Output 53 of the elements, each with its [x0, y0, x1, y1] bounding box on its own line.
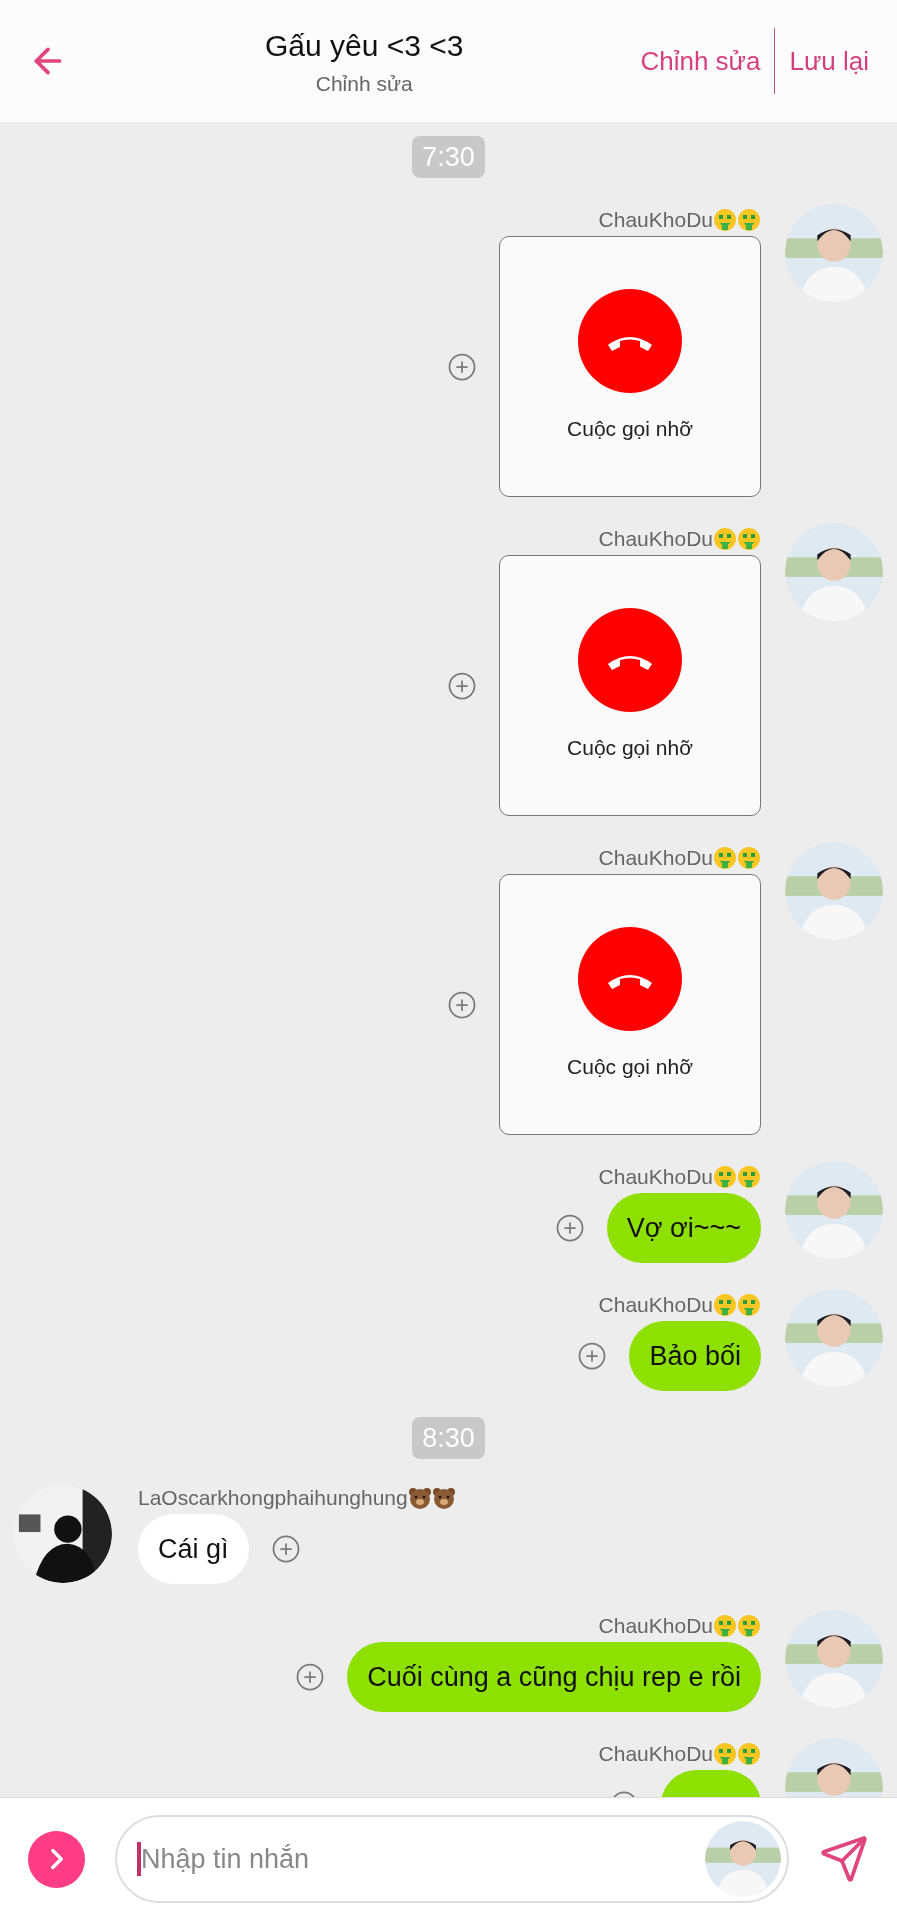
hang-up-icon [578, 608, 682, 712]
money-face-icon [713, 1293, 737, 1317]
text-cursor [137, 1842, 141, 1876]
money-face-icon [737, 1165, 761, 1189]
bear-face-icon [431, 1487, 456, 1509]
add-reaction-button[interactable] [447, 989, 477, 1020]
chat-subtitle: Chỉnh sửa [315, 70, 413, 97]
money-face-icon [713, 1614, 737, 1638]
header-action[interactable]: Lưu lại [789, 41, 869, 81]
message-bubble[interactable]: Cái gì [138, 1514, 249, 1584]
add-reaction-button[interactable] [447, 670, 477, 701]
missed-call-card[interactable]: Cuộc gọi nhỡ [499, 555, 761, 816]
sender-name: ChauKhoDu [598, 1292, 713, 1318]
message-bubble[interactable]: Vợ ơi~~~ [606, 1193, 761, 1263]
money-face-icon [737, 1293, 761, 1317]
add-reaction-button[interactable] [270, 1534, 301, 1564]
money-face-icon [713, 1742, 737, 1766]
money-face-icon [713, 527, 737, 551]
add-reaction-button[interactable] [577, 1341, 608, 1371]
sender-name: ChauKhoDu [598, 845, 713, 871]
sender-name: ChauKhoDu [598, 1741, 713, 1767]
message-bubble[interactable]: Cuối cùng a cũng chịu rep e rồi [347, 1642, 761, 1712]
money-face-icon [737, 846, 761, 870]
money-face-icon [737, 527, 761, 551]
add-reaction-button[interactable] [447, 351, 477, 382]
sender-name: ChauKhoDu [598, 526, 713, 552]
call-status: Cuộc gọi nhỡ [567, 1054, 693, 1080]
call-status: Cuộc gọi nhỡ [567, 735, 693, 761]
money-face-icon [713, 1165, 737, 1189]
sender-name: ChauKhoDu [598, 207, 713, 233]
message-bubble[interactable]: Bảo bối [629, 1321, 761, 1391]
bear-face-icon [407, 1487, 432, 1509]
money-face-icon [737, 1742, 761, 1766]
sender-name: ChauKhoDu [598, 1164, 713, 1190]
add-reaction-button[interactable] [295, 1662, 326, 1692]
expand-button[interactable] [28, 1830, 85, 1888]
message-field[interactable]: Nhập tin nhắn [115, 1815, 789, 1903]
money-face-icon [713, 208, 737, 232]
send-button[interactable] [819, 1834, 869, 1884]
money-face-icon [713, 846, 737, 870]
money-face-icon [737, 1614, 761, 1638]
money-face-icon [737, 208, 761, 232]
add-reaction-button[interactable] [554, 1213, 585, 1243]
call-status: Cuộc gọi nhỡ [567, 416, 693, 442]
chat-title: Gấu yêu <3 <3 [264, 27, 464, 64]
message-input[interactable]: Nhập tin nhắn [141, 1838, 705, 1880]
header-action[interactable]: Chỉnh sửa [640, 41, 761, 81]
sender-name: LaOscarkhongphaihunghung [138, 1485, 408, 1511]
hang-up-icon [578, 289, 682, 393]
missed-call-card[interactable]: Cuộc gọi nhỡ [499, 874, 761, 1135]
hang-up-icon [578, 927, 682, 1031]
missed-call-card[interactable]: Cuộc gọi nhỡ [499, 236, 761, 497]
sender-name: ChauKhoDu [598, 1613, 713, 1639]
